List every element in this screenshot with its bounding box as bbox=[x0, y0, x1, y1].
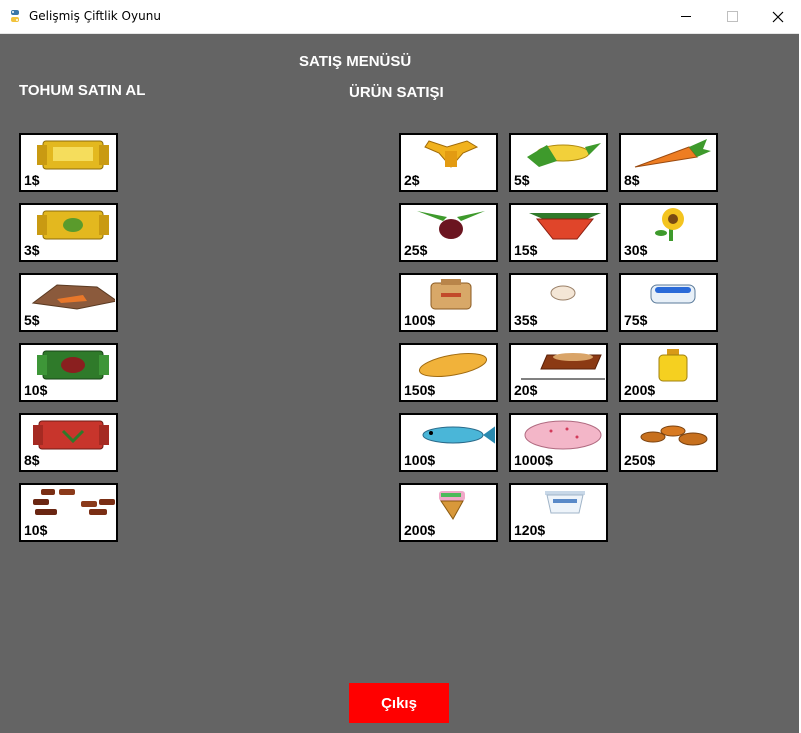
product-card[interactable]: 8$ bbox=[619, 133, 718, 192]
product-price: 25$ bbox=[404, 242, 428, 258]
seed-price: 5$ bbox=[24, 312, 40, 328]
carrot-seed-packet-icon bbox=[31, 284, 115, 310]
product-card[interactable]: 250$ bbox=[619, 413, 718, 472]
corn-icon bbox=[527, 143, 601, 167]
seed-price: 1$ bbox=[24, 172, 40, 188]
product-price: 75$ bbox=[624, 312, 648, 328]
close-button[interactable] bbox=[755, 0, 801, 33]
product-price: 20$ bbox=[514, 382, 538, 398]
egg-icon bbox=[550, 285, 576, 301]
seed-price: 10$ bbox=[24, 522, 48, 538]
seed-price: 8$ bbox=[24, 452, 40, 468]
product-price: 200$ bbox=[404, 522, 436, 538]
product-price: 100$ bbox=[404, 452, 436, 468]
cake-icon bbox=[524, 420, 602, 450]
product-card[interactable]: 200$ bbox=[619, 343, 718, 402]
ice-cream-icon bbox=[439, 491, 465, 520]
green-seed-packet-icon bbox=[37, 350, 109, 380]
product-price: 150$ bbox=[404, 382, 436, 398]
close-icon bbox=[772, 11, 784, 22]
seed-card[interactable]: 3$ bbox=[19, 203, 118, 262]
product-price: 5$ bbox=[514, 172, 530, 188]
product-card[interactable]: 150$ bbox=[399, 343, 498, 402]
fish-icon bbox=[422, 426, 495, 444]
window-title: Gelişmiş Çiftlik Oyunu bbox=[29, 9, 161, 23]
exit-button[interactable]: Çıkış bbox=[349, 683, 449, 723]
seed-card[interactable]: 10$ bbox=[19, 483, 118, 542]
minimize-icon bbox=[681, 16, 691, 17]
seed-card[interactable]: 1$ bbox=[19, 133, 118, 192]
product-price: 250$ bbox=[624, 452, 656, 468]
product-price: 100$ bbox=[404, 312, 436, 328]
strawberry-icon bbox=[529, 213, 601, 240]
window-title-bar: Gelişmiş Çiftlik Oyunu bbox=[0, 0, 801, 34]
minimize-button[interactable] bbox=[663, 0, 709, 33]
seed-price: 3$ bbox=[24, 242, 40, 258]
product-price: 15$ bbox=[514, 242, 538, 258]
chocolate-icon bbox=[521, 353, 605, 380]
yellow-green-seed-packet-icon bbox=[37, 210, 109, 240]
product-card[interactable]: 25$ bbox=[399, 203, 498, 262]
sunflower-icon bbox=[655, 208, 684, 241]
product-card[interactable]: 2$ bbox=[399, 133, 498, 192]
product-card[interactable]: 35$ bbox=[509, 273, 608, 332]
beet-icon bbox=[417, 211, 485, 239]
product-card[interactable]: 1000$ bbox=[509, 413, 608, 472]
flour-sack-icon bbox=[430, 279, 472, 310]
product-card[interactable]: 20$ bbox=[509, 343, 608, 402]
product-card[interactable]: 100$ bbox=[399, 413, 498, 472]
cookies-icon bbox=[640, 425, 708, 446]
product-sale-heading: ÜRÜN SATIŞI bbox=[349, 84, 444, 101]
maximize-button[interactable] bbox=[709, 0, 755, 33]
product-card[interactable]: 30$ bbox=[619, 203, 718, 262]
seed-card[interactable]: 8$ bbox=[19, 413, 118, 472]
red-seed-packet-icon bbox=[33, 420, 109, 450]
product-price: 120$ bbox=[514, 522, 546, 538]
product-price: 2$ bbox=[404, 172, 420, 188]
cocoa-seeds-icon bbox=[33, 489, 115, 515]
yogurt-icon bbox=[545, 491, 585, 514]
maximize-icon bbox=[726, 11, 738, 22]
seed-card[interactable]: 5$ bbox=[19, 273, 118, 332]
product-price: 35$ bbox=[514, 312, 538, 328]
wheat-icon bbox=[424, 140, 479, 168]
seed-price: 10$ bbox=[24, 382, 48, 398]
product-card[interactable]: 75$ bbox=[619, 273, 718, 332]
seed-purchase-heading: TOHUM SATIN AL bbox=[19, 82, 146, 99]
product-card[interactable]: 120$ bbox=[509, 483, 608, 542]
product-price: 1000$ bbox=[514, 452, 553, 468]
milk-bowl-icon bbox=[650, 284, 696, 304]
product-card[interactable]: 200$ bbox=[399, 483, 498, 542]
sale-menu-title: SATIŞ MENÜSÜ bbox=[299, 53, 412, 70]
carrot-icon bbox=[634, 139, 711, 168]
product-card[interactable]: 15$ bbox=[509, 203, 608, 262]
bread-icon bbox=[418, 353, 488, 377]
oil-bottle-icon bbox=[658, 349, 688, 382]
yellow-seed-packet-icon bbox=[37, 140, 109, 170]
seed-card[interactable]: 10$ bbox=[19, 343, 118, 402]
product-card[interactable]: 100$ bbox=[399, 273, 498, 332]
product-card[interactable]: 5$ bbox=[509, 133, 608, 192]
python-snake-icon bbox=[11, 10, 19, 22]
product-price: 30$ bbox=[624, 242, 648, 258]
product-price: 200$ bbox=[624, 382, 656, 398]
product-price: 8$ bbox=[624, 172, 640, 188]
